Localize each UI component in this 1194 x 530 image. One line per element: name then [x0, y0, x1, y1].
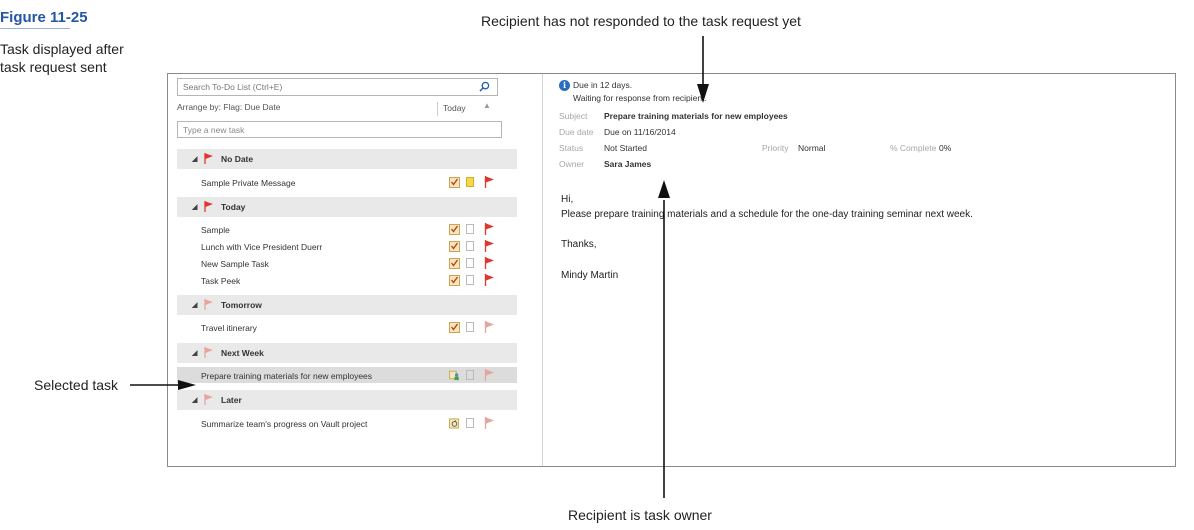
search-input[interactable]: Search To-Do List (Ctrl+E)	[177, 78, 498, 96]
figure-caption-line2: task request sent	[0, 59, 107, 75]
task-label: New Sample Task	[201, 259, 269, 269]
message-signature: Mindy Martin	[561, 270, 619, 281]
info-due-text: Due in 12 days.	[573, 80, 633, 90]
category-box-icon[interactable]	[466, 177, 474, 187]
reading-pane: i Due in 12 days. Waiting for response f…	[544, 74, 1175, 466]
group-header-no-date[interactable]: ◢ No Date	[177, 149, 517, 169]
group-label: Later	[221, 395, 242, 405]
owner-label: Owner	[559, 159, 585, 169]
collapse-triangle-icon[interactable]: ◢	[192, 301, 197, 309]
task-label: Task Peek	[201, 276, 241, 286]
percent-complete-value: 0%	[939, 143, 952, 153]
collapse-triangle-icon[interactable]: ◢	[192, 396, 197, 404]
flag-icon	[204, 394, 213, 405]
arrange-by-label[interactable]: Arrange by: Flag: Due Date	[177, 102, 280, 112]
flag-icon[interactable]	[484, 369, 495, 381]
task-icon	[449, 177, 460, 188]
callout-bottom: Recipient is task owner	[568, 507, 712, 523]
arrange-by-bar[interactable]: Arrange by: Flag: Due Date Today ▲	[177, 101, 496, 116]
category-box-icon[interactable]	[466, 241, 474, 251]
outlook-tasks-window: Search To-Do List (Ctrl+E) Arrange by: F…	[167, 73, 1176, 467]
category-box-icon[interactable]	[466, 275, 474, 285]
task-label: Lunch with Vice President Duerr	[201, 242, 323, 252]
category-box-icon[interactable]	[466, 370, 474, 380]
category-box-icon[interactable]	[466, 258, 474, 268]
figure-title-rule	[0, 28, 70, 29]
todo-list-pane: Search To-Do List (Ctrl+E) Arrange by: F…	[168, 74, 543, 466]
search-placeholder: Search To-Do List (Ctrl+E)	[183, 82, 283, 92]
task-row[interactable]: Sample Private Message	[177, 174, 517, 190]
task-row[interactable]: Summarize team's progress on Vault proje…	[177, 415, 517, 431]
task-label: Sample	[201, 225, 230, 235]
task-row[interactable]: Lunch with Vice President Duerr	[177, 238, 517, 254]
task-label: Summarize team's progress on Vault proje…	[201, 419, 368, 429]
due-date-value: Due on 11/16/2014	[604, 127, 676, 137]
info-waiting-text: Waiting for response from recipient.	[573, 93, 707, 103]
percent-complete-label: % Complete	[890, 143, 937, 153]
task-icon	[449, 241, 460, 252]
collapse-triangle-icon[interactable]: ◢	[192, 203, 197, 211]
task-row[interactable]: Sample	[177, 221, 517, 237]
assigned-task-icon	[449, 370, 459, 381]
message-closing: Thanks,	[561, 239, 597, 250]
subject-label: Subject	[559, 111, 588, 121]
flag-icon	[204, 201, 213, 212]
task-icon	[449, 224, 460, 235]
status-label: Status	[559, 143, 584, 153]
arrange-divider	[437, 102, 438, 116]
task-row[interactable]: Task Peek	[177, 272, 517, 288]
flag-icon	[204, 299, 213, 310]
group-header-tomorrow[interactable]: ◢ Tomorrow	[177, 295, 517, 315]
task-row[interactable]: Travel itinerary	[177, 319, 517, 335]
flag-icon	[204, 153, 213, 164]
collapse-triangle-icon[interactable]: ◢	[192, 155, 197, 163]
new-task-placeholder: Type a new task	[183, 125, 245, 135]
priority-label: Priority	[762, 143, 789, 153]
flag-icon[interactable]	[484, 223, 495, 235]
status-value: Not Started	[604, 143, 647, 153]
task-row-selected[interactable]: Prepare training materials for new emplo…	[177, 367, 517, 383]
recurring-task-icon	[449, 418, 460, 429]
category-box-icon[interactable]	[466, 322, 474, 332]
scroll-up-icon[interactable]: ▲	[483, 101, 491, 110]
figure-title: Figure 11-25	[0, 9, 88, 26]
task-icon	[449, 258, 460, 269]
flag-icon[interactable]	[484, 257, 495, 269]
search-icon[interactable]	[479, 81, 490, 92]
flag-icon[interactable]	[484, 176, 495, 188]
task-label: Sample Private Message	[201, 178, 296, 188]
group-header-later[interactable]: ◢ Later	[177, 390, 517, 410]
flag-icon[interactable]	[484, 321, 495, 333]
flag-icon[interactable]	[484, 274, 495, 286]
owner-value: Sara James	[604, 159, 652, 169]
category-box-icon[interactable]	[466, 224, 474, 234]
task-icon	[449, 275, 460, 286]
priority-value: Normal	[798, 143, 826, 153]
group-label: No Date	[221, 154, 254, 164]
callout-left: Selected task	[34, 377, 119, 393]
message-body: Please prepare training materials and a …	[561, 209, 973, 220]
group-header-next-week[interactable]: ◢ Next Week	[177, 343, 517, 363]
arrange-today-label[interactable]: Today	[443, 103, 466, 113]
task-label: Travel itinerary	[201, 323, 257, 333]
subject-value: Prepare training materials for new emplo…	[604, 111, 788, 121]
task-icon	[449, 322, 460, 333]
flag-icon[interactable]	[484, 417, 495, 429]
new-task-input[interactable]: Type a new task	[177, 121, 502, 138]
group-header-today[interactable]: ◢ Today	[177, 197, 517, 217]
figure-caption-line1: Task displayed after	[0, 41, 124, 57]
group-label: Next Week	[221, 348, 264, 358]
info-icon: i	[559, 80, 570, 91]
due-date-label: Due date	[559, 127, 594, 137]
group-label: Tomorrow	[221, 300, 262, 310]
category-box-icon[interactable]	[466, 418, 474, 428]
callout-top: Recipient has not responded to the task …	[481, 13, 801, 29]
flag-icon	[204, 347, 213, 358]
task-row[interactable]: New Sample Task	[177, 255, 517, 271]
group-label: Today	[221, 202, 246, 212]
message-greeting: Hi,	[561, 194, 574, 205]
flag-icon[interactable]	[484, 240, 495, 252]
collapse-triangle-icon[interactable]: ◢	[192, 349, 197, 357]
task-label: Prepare training materials for new emplo…	[201, 371, 373, 381]
